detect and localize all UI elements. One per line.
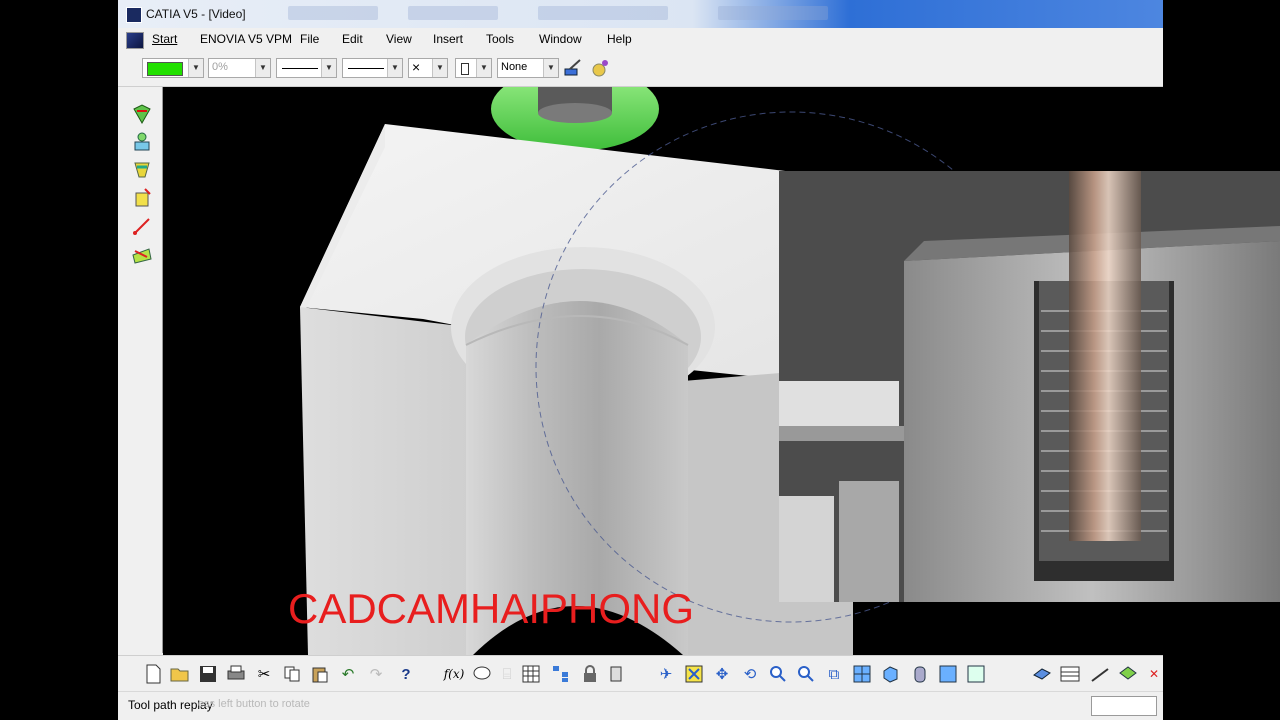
color-swatch <box>147 62 183 76</box>
video-inset <box>779 171 1280 602</box>
chevron-down-icon: ▼ <box>321 59 336 77</box>
analysis-icon[interactable] <box>1117 663 1139 685</box>
shading-icon[interactable] <box>909 663 931 685</box>
properties-icon[interactable] <box>590 57 612 79</box>
line-sample <box>348 68 384 69</box>
save-icon[interactable] <box>197 663 219 685</box>
operator-icon[interactable] <box>131 131 153 153</box>
menu-help[interactable]: Help <box>607 32 632 46</box>
machining-icon[interactable] <box>131 159 153 181</box>
layer-value: None <box>501 61 528 73</box>
formula-icon[interactable]: f(x) <box>443 663 465 685</box>
background-tab <box>408 6 498 20</box>
hide-show-icon[interactable] <box>937 663 959 685</box>
menu-tools[interactable]: Tools <box>486 32 514 46</box>
chevron-down-icon: ▼ <box>432 59 447 77</box>
chevron-down-icon: ▼ <box>476 59 491 77</box>
redo-icon[interactable]: ↷ <box>365 663 387 685</box>
catia-logo-icon[interactable] <box>126 32 144 49</box>
fly-icon[interactable]: ✈ <box>655 663 677 685</box>
command-input[interactable] <box>1091 696 1157 716</box>
table2-icon[interactable] <box>1059 663 1081 685</box>
zoom-out-icon[interactable] <box>795 663 817 685</box>
close-tools-icon[interactable]: ✕ <box>1143 663 1165 685</box>
menu-bar: Start ENOVIA V5 VPM File Edit View Inser… <box>118 28 1163 52</box>
render-style-icon <box>461 63 469 75</box>
normal-view-icon[interactable]: ⧉ <box>823 663 845 685</box>
menu-insert[interactable]: Insert <box>433 32 463 46</box>
catia-app-icon <box>126 7 142 23</box>
window-title: CATIA V5 - [Video] <box>146 7 246 21</box>
background-tab <box>718 6 828 20</box>
color-combo[interactable]: ▼ <box>142 58 204 78</box>
catalog-icon[interactable]: ⌸ <box>496 663 518 685</box>
measure-icon[interactable] <box>1089 663 1111 685</box>
menu-file[interactable]: File <box>300 32 319 46</box>
tapping-video-frame <box>779 171 1280 602</box>
chevron-down-icon: ▼ <box>543 59 558 77</box>
status-bar: Tool path replay ess left button to rota… <box>118 691 1163 720</box>
paste-icon[interactable] <box>309 663 331 685</box>
chevron-down-icon: ▼ <box>387 59 402 77</box>
zoom-in-icon[interactable] <box>767 663 789 685</box>
menu-edit[interactable]: Edit <box>342 32 363 46</box>
transparency-combo[interactable]: 0% ▼ <box>208 58 271 78</box>
multi-view-icon[interactable] <box>851 663 873 685</box>
menu-start[interactable]: Start <box>152 32 177 46</box>
part-operation-icon[interactable] <box>131 187 153 209</box>
pan-icon[interactable]: ✥ <box>711 663 733 685</box>
left-toolbar <box>118 87 163 655</box>
whats-this-icon[interactable]: ? <box>395 663 417 685</box>
transparency-value: 0% <box>212 61 228 73</box>
lineweight-combo[interactable]: ▼ <box>342 58 403 78</box>
fit-all-icon[interactable] <box>683 663 705 685</box>
open-icon[interactable] <box>169 663 191 685</box>
rotate-icon[interactable]: ⟲ <box>739 663 761 685</box>
plane-icon[interactable] <box>1031 663 1053 685</box>
properties-toolbar: ▼ 0% ▼ ▼ ▼ × ▼ ▼ None ▼ <box>118 51 1163 87</box>
swap-icon[interactable] <box>965 663 987 685</box>
layer-combo[interactable]: None ▼ <box>497 58 559 78</box>
painter-icon[interactable] <box>562 57 584 79</box>
select-icon[interactable] <box>607 663 629 685</box>
background-tab <box>288 6 378 20</box>
point-style-glyph: × <box>412 59 421 75</box>
menu-window[interactable]: Window <box>539 32 582 46</box>
knowledge-icon[interactable] <box>471 663 493 685</box>
menu-enovia[interactable]: ENOVIA V5 VPM <box>200 32 292 46</box>
linetype-combo[interactable]: ▼ <box>276 58 337 78</box>
lock-icon[interactable] <box>579 663 601 685</box>
point-style-combo[interactable]: × ▼ <box>408 58 448 78</box>
new-icon[interactable] <box>142 663 164 685</box>
chevron-down-icon: ▼ <box>255 59 270 77</box>
table-icon[interactable] <box>520 663 542 685</box>
render-style-combo[interactable]: ▼ <box>455 58 492 78</box>
background-tab <box>538 6 668 20</box>
title-bar: CATIA V5 - [Video] <box>118 0 1163 28</box>
cut-icon[interactable]: ✂ <box>253 663 275 685</box>
tool-path-edit-icon[interactable] <box>131 215 153 237</box>
iso-view-icon[interactable] <box>879 663 901 685</box>
menu-view[interactable]: View <box>386 32 412 46</box>
watermark-text: CADCAMHAIPHONG <box>288 585 695 632</box>
print-icon[interactable] <box>225 663 247 685</box>
undo-icon[interactable]: ↶ <box>337 663 359 685</box>
standard-toolbar: ✂ ↶ ↷ ? f(x) ⌸ ✈ ✥ ⟲ ⧉ ✕ <box>118 655 1163 692</box>
status-hint: ess left button to rotate <box>198 698 310 710</box>
line-sample <box>282 68 318 69</box>
tree-icon[interactable] <box>550 663 572 685</box>
tool-path-icon[interactable] <box>131 103 153 125</box>
copy-icon[interactable] <box>281 663 303 685</box>
rework-area-icon[interactable] <box>131 243 153 265</box>
chevron-down-icon: ▼ <box>188 59 203 77</box>
